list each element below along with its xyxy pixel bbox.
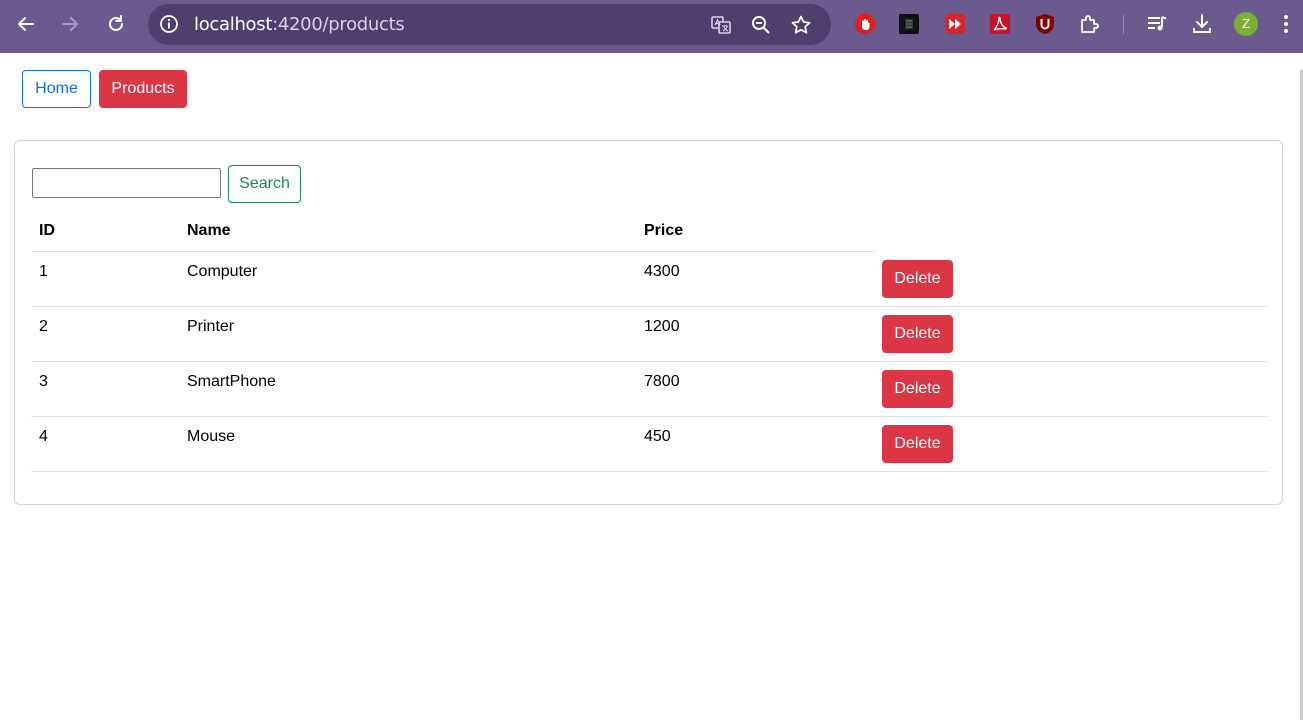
- cell-id: 1: [39, 263, 48, 280]
- table-row: 4 Mouse 450 Delete: [31, 417, 1267, 472]
- cell-price: 450: [644, 428, 671, 445]
- cell-id: 4: [39, 428, 48, 445]
- fast-forward-extension-icon[interactable]: [944, 13, 966, 35]
- bookmark-star-icon[interactable]: [790, 14, 812, 36]
- browser-toolbar: localhost:4200/products Z: [0, 0, 1303, 53]
- cell-price: 1200: [644, 318, 680, 335]
- address-bar[interactable]: localhost:4200/products: [148, 4, 831, 45]
- delete-button[interactable]: Delete: [882, 425, 953, 463]
- search-input[interactable]: [32, 168, 221, 198]
- cell-id: 3: [39, 373, 48, 390]
- extensions-puzzle-icon[interactable]: [1079, 13, 1101, 35]
- table-row: 3 SmartPhone 7800 Delete: [31, 362, 1267, 417]
- toolbar-separator: [1123, 15, 1124, 34]
- cell-name: SmartPhone: [187, 373, 276, 390]
- adblock-extension-icon[interactable]: [854, 13, 876, 35]
- url-path: :4200/products: [272, 14, 405, 35]
- cell-id: 2: [39, 318, 48, 335]
- cell-name: Printer: [187, 318, 235, 335]
- table-row: 2 Printer 1200 Delete: [31, 307, 1267, 362]
- media-queue-icon[interactable]: [1146, 13, 1168, 35]
- home-button[interactable]: Home: [22, 70, 91, 108]
- delete-button[interactable]: Delete: [882, 370, 953, 408]
- cell-price: 7800: [644, 373, 680, 390]
- pdf-extension-icon[interactable]: [989, 13, 1011, 35]
- profile-avatar[interactable]: Z: [1234, 12, 1258, 36]
- zoom-icon[interactable]: [750, 14, 772, 36]
- column-header-name: Name: [187, 222, 231, 239]
- delete-button[interactable]: Delete: [882, 315, 953, 353]
- dark-extension-icon[interactable]: [898, 13, 920, 35]
- search-button[interactable]: Search: [228, 165, 301, 203]
- column-header-price: Price: [644, 222, 684, 239]
- cell-price: 4300: [644, 263, 680, 280]
- browser-menu-icon[interactable]: [1282, 13, 1290, 35]
- products-button[interactable]: Products: [99, 70, 187, 108]
- products-card: Search ID Name Price 1 Computer 4300 Del…: [14, 140, 1283, 505]
- back-arrow-icon[interactable]: [11, 9, 41, 39]
- delete-button[interactable]: Delete: [882, 260, 953, 298]
- ublock-extension-icon[interactable]: [1034, 13, 1056, 35]
- translate-icon[interactable]: [710, 14, 732, 36]
- cell-name: Computer: [187, 263, 258, 280]
- reload-icon[interactable]: [101, 9, 131, 39]
- cell-name: Mouse: [187, 428, 236, 445]
- table-row: 1 Computer 4300 Delete: [31, 252, 1267, 307]
- forward-arrow-icon[interactable]: [55, 9, 85, 39]
- download-icon[interactable]: [1191, 13, 1213, 35]
- url-host: localhost: [194, 14, 273, 35]
- column-header-id: ID: [39, 222, 55, 239]
- url-text: localhost:4200/products: [194, 14, 405, 35]
- site-info-icon[interactable]: [159, 14, 179, 34]
